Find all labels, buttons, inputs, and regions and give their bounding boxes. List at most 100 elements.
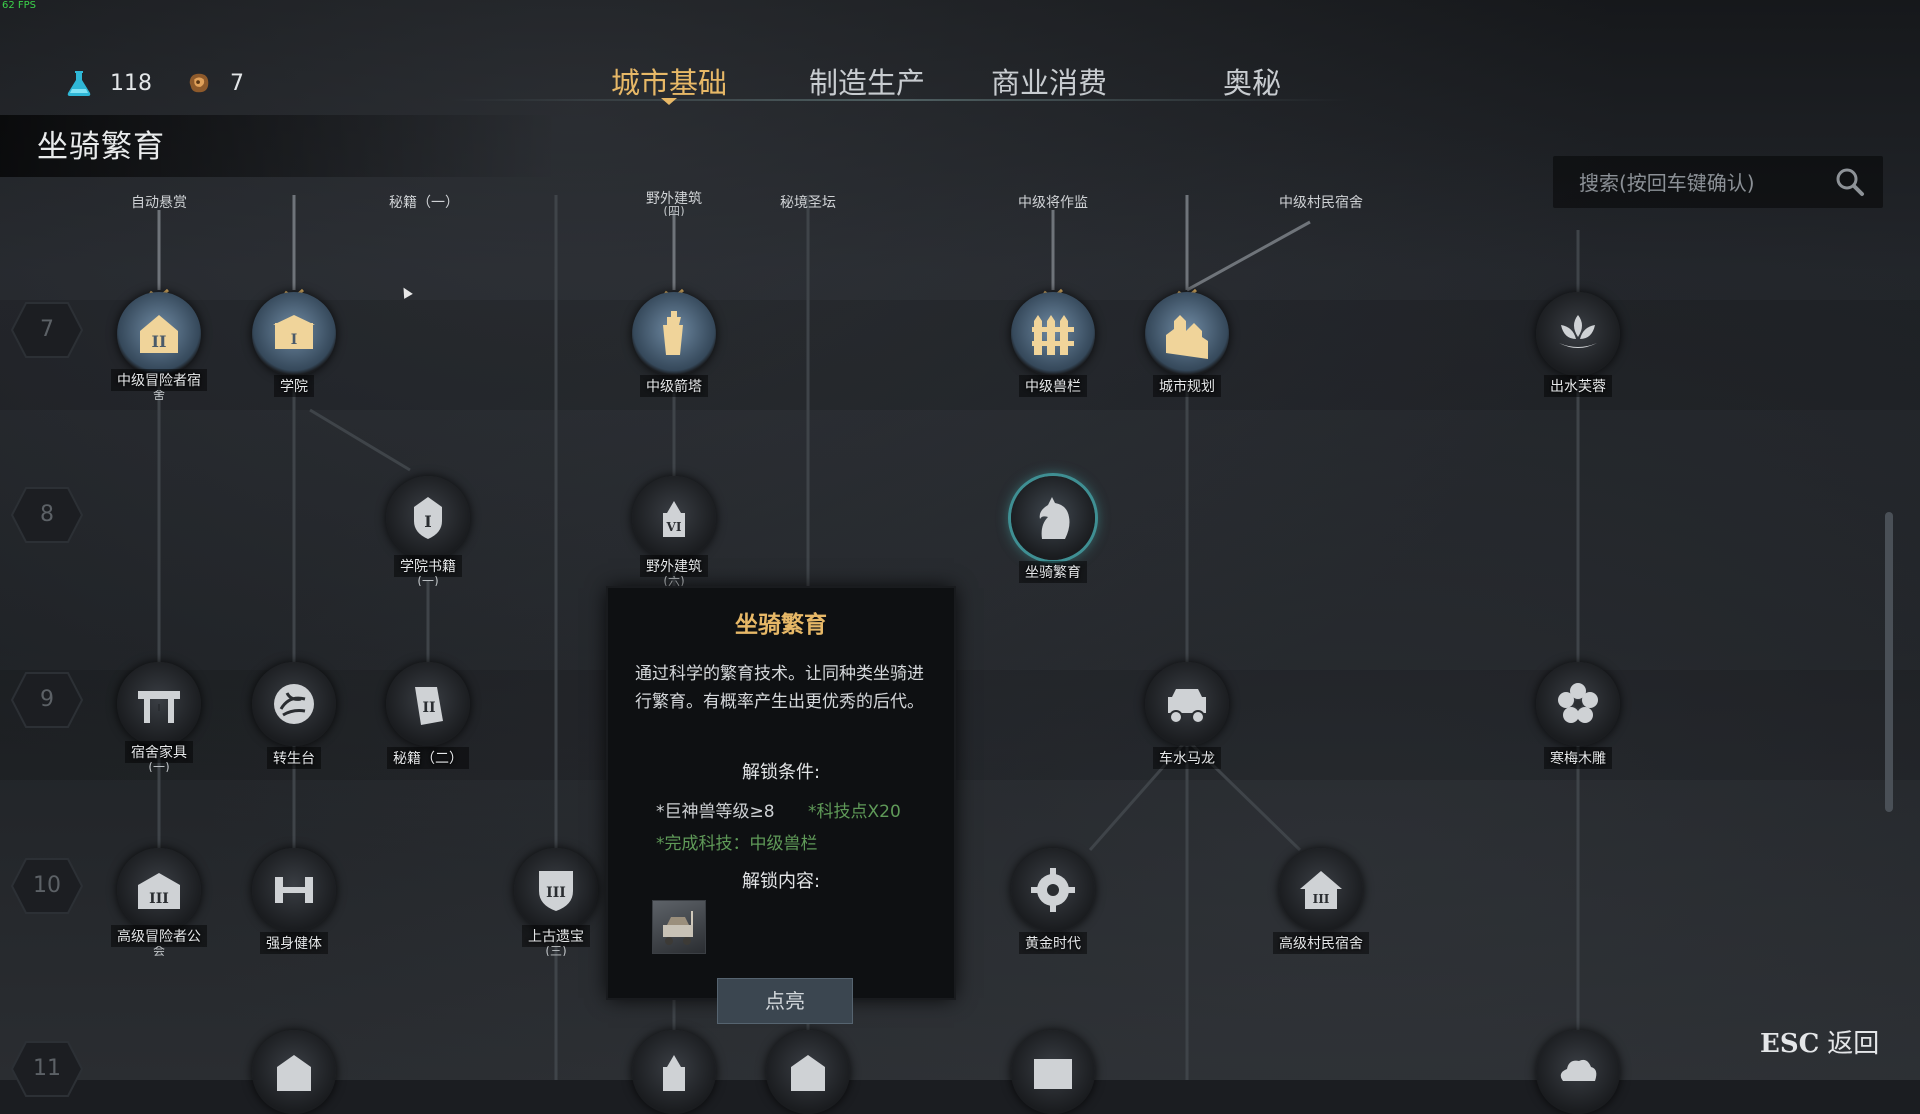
row-badge-9: 9 [10,671,84,729]
svg-text:III: III [546,885,566,901]
unlock-button[interactable]: 点亮 [717,978,853,1024]
node-label: 中级村民宿舍 [1279,195,1363,211]
relic-shield-icon: III [539,871,573,911]
node-sublabel: (一) [417,576,439,586]
svg-text:II: II [422,700,435,716]
node-label: 寒梅木雕 [1498,747,1658,769]
city-icon [1166,315,1208,359]
node-label: 坐骑繁育 [973,561,1133,583]
tech-node-mid-pen[interactable] [1011,292,1095,376]
svg-text:II: II [152,332,167,351]
tech-node-city-plan[interactable] [1145,292,1229,376]
tech-node-dorm-furniture[interactable]: I [117,662,201,746]
tech-node-row11[interactable] [1536,1030,1620,1114]
tech-node-lotus[interactable] [1536,292,1620,376]
row-badge-7: 7 [10,301,84,359]
tech-node-mount-breeding[interactable] [1011,476,1095,560]
node-sublabel: (一) [148,762,170,772]
back-label: 返回 [1827,1029,1880,1059]
requirement-prereq-tech: *完成科技：中级兽栏 [656,834,818,854]
tech-node-high-adventurer[interactable]: III [117,848,201,932]
tech-node-rebirth-altar[interactable] [252,662,336,746]
tech-node-mid-adventurer[interactable]: II [117,292,201,376]
node-label: 学院书籍 [348,555,508,577]
scroll-icon: II [415,687,443,725]
house-icon: III [1300,871,1342,909]
tech-node-traffic[interactable] [1145,662,1229,746]
tech-node-row11[interactable] [252,1030,336,1114]
building-icon [791,1055,825,1091]
node-label: 黄金时代 [973,932,1133,954]
svg-text:III: III [149,891,169,907]
gear-icon [1031,868,1075,912]
node-label: 高级村民宿舍 [1241,932,1401,954]
node-sublabel: (六) [663,576,685,586]
row-number: 10 [33,873,61,898]
node-label: 秘籍（二） [348,747,508,769]
inn-icon: II [140,315,178,353]
row-badge-11: 11 [10,1040,84,1098]
svg-text:I: I [157,703,161,714]
unlock-item-slot[interactable] [652,900,706,954]
requirement-tech-points: *科技点X20 [808,802,901,822]
unlock-content-label: 解锁内容: [741,871,821,892]
node-label: 中级箭塔 [594,375,754,397]
node-label: 城市规划 [1107,375,1267,397]
furniture-icon: I [138,691,180,723]
row-number: 8 [40,502,54,527]
row-badge-10: 10 [10,857,84,915]
node-sublabel: (三) [545,946,567,956]
esc-back-button[interactable]: ESC 返回 [1760,1023,1879,1060]
tower-icon [663,311,683,355]
requirement-level: *巨神兽等级≥8 [656,802,775,822]
tech-node-wild-building[interactable]: VI [632,476,716,560]
cloud-icon [1560,1059,1597,1081]
tech-node-academy-book[interactable]: I [386,476,470,560]
node-label: 出水芙蓉 [1498,375,1658,397]
tech-node-row11[interactable] [1011,1030,1095,1114]
tooltip-title: 坐骑繁育 [735,612,827,638]
tech-node-fitness[interactable] [252,848,336,932]
tech-node-plum-carving[interactable] [1536,662,1620,746]
building-icon [277,1055,311,1091]
tech-node-mid-arrow-tower[interactable] [632,292,716,376]
plum-blossom-icon [1558,683,1598,723]
tech-node-row11[interactable] [632,1030,716,1114]
book-shield-icon: I [414,497,442,539]
tech-node-ancient-relic[interactable]: III [514,848,598,932]
esc-key-label: ESC [1760,1029,1820,1059]
tech-node-high-villager[interactable]: III [1279,848,1363,932]
node-label: 中级将作监 [1018,195,1088,211]
guild-hall-icon: III [138,873,180,909]
row-number: 7 [40,317,54,342]
academy-icon: I [273,315,315,349]
node-label: 学院 [214,375,374,397]
svg-text:I: I [424,512,431,531]
tooltip-description: 通过科学的繁育技术。让同种类坐骑进行繁育。有概率产生出更优秀的后代。 [635,664,924,712]
node-label: 野外建筑 [594,555,754,577]
scrollbar[interactable] [1885,512,1893,812]
tech-node-row11[interactable] [766,1030,850,1114]
shrine-icon [663,1055,685,1091]
dumbbell-icon [275,877,313,903]
svg-text:VI: VI [666,520,682,534]
node-label: 秘籍（一） [389,195,459,211]
node-label: 秘境圣坛 [780,195,836,211]
shrine-icon: VI [663,501,685,537]
tech-tooltip: 坐骑繁育 通过科学的繁育技术。让同种类坐骑进行繁育。有概率产生出更优秀的后代。 … [608,588,954,998]
carriage-icon [1168,689,1206,724]
swirl-icon [274,684,314,724]
fence-icon [1034,1059,1072,1089]
tech-node-golden-age[interactable] [1011,848,1095,932]
node-sublabel: 会 [152,946,165,956]
tech-node-secret-book-2[interactable]: II [386,662,470,746]
horse-head-icon [1039,497,1070,539]
node-label: 车水马龙 [1107,747,1267,769]
svg-text:I: I [291,332,298,348]
node-label: 自动悬赏 [131,195,187,211]
lotus-icon [1559,315,1597,348]
fence-icon [1032,315,1074,355]
tech-node-academy[interactable]: I [252,292,336,376]
svg-text:III: III [1313,892,1330,906]
row-badge-8: 8 [10,486,84,544]
